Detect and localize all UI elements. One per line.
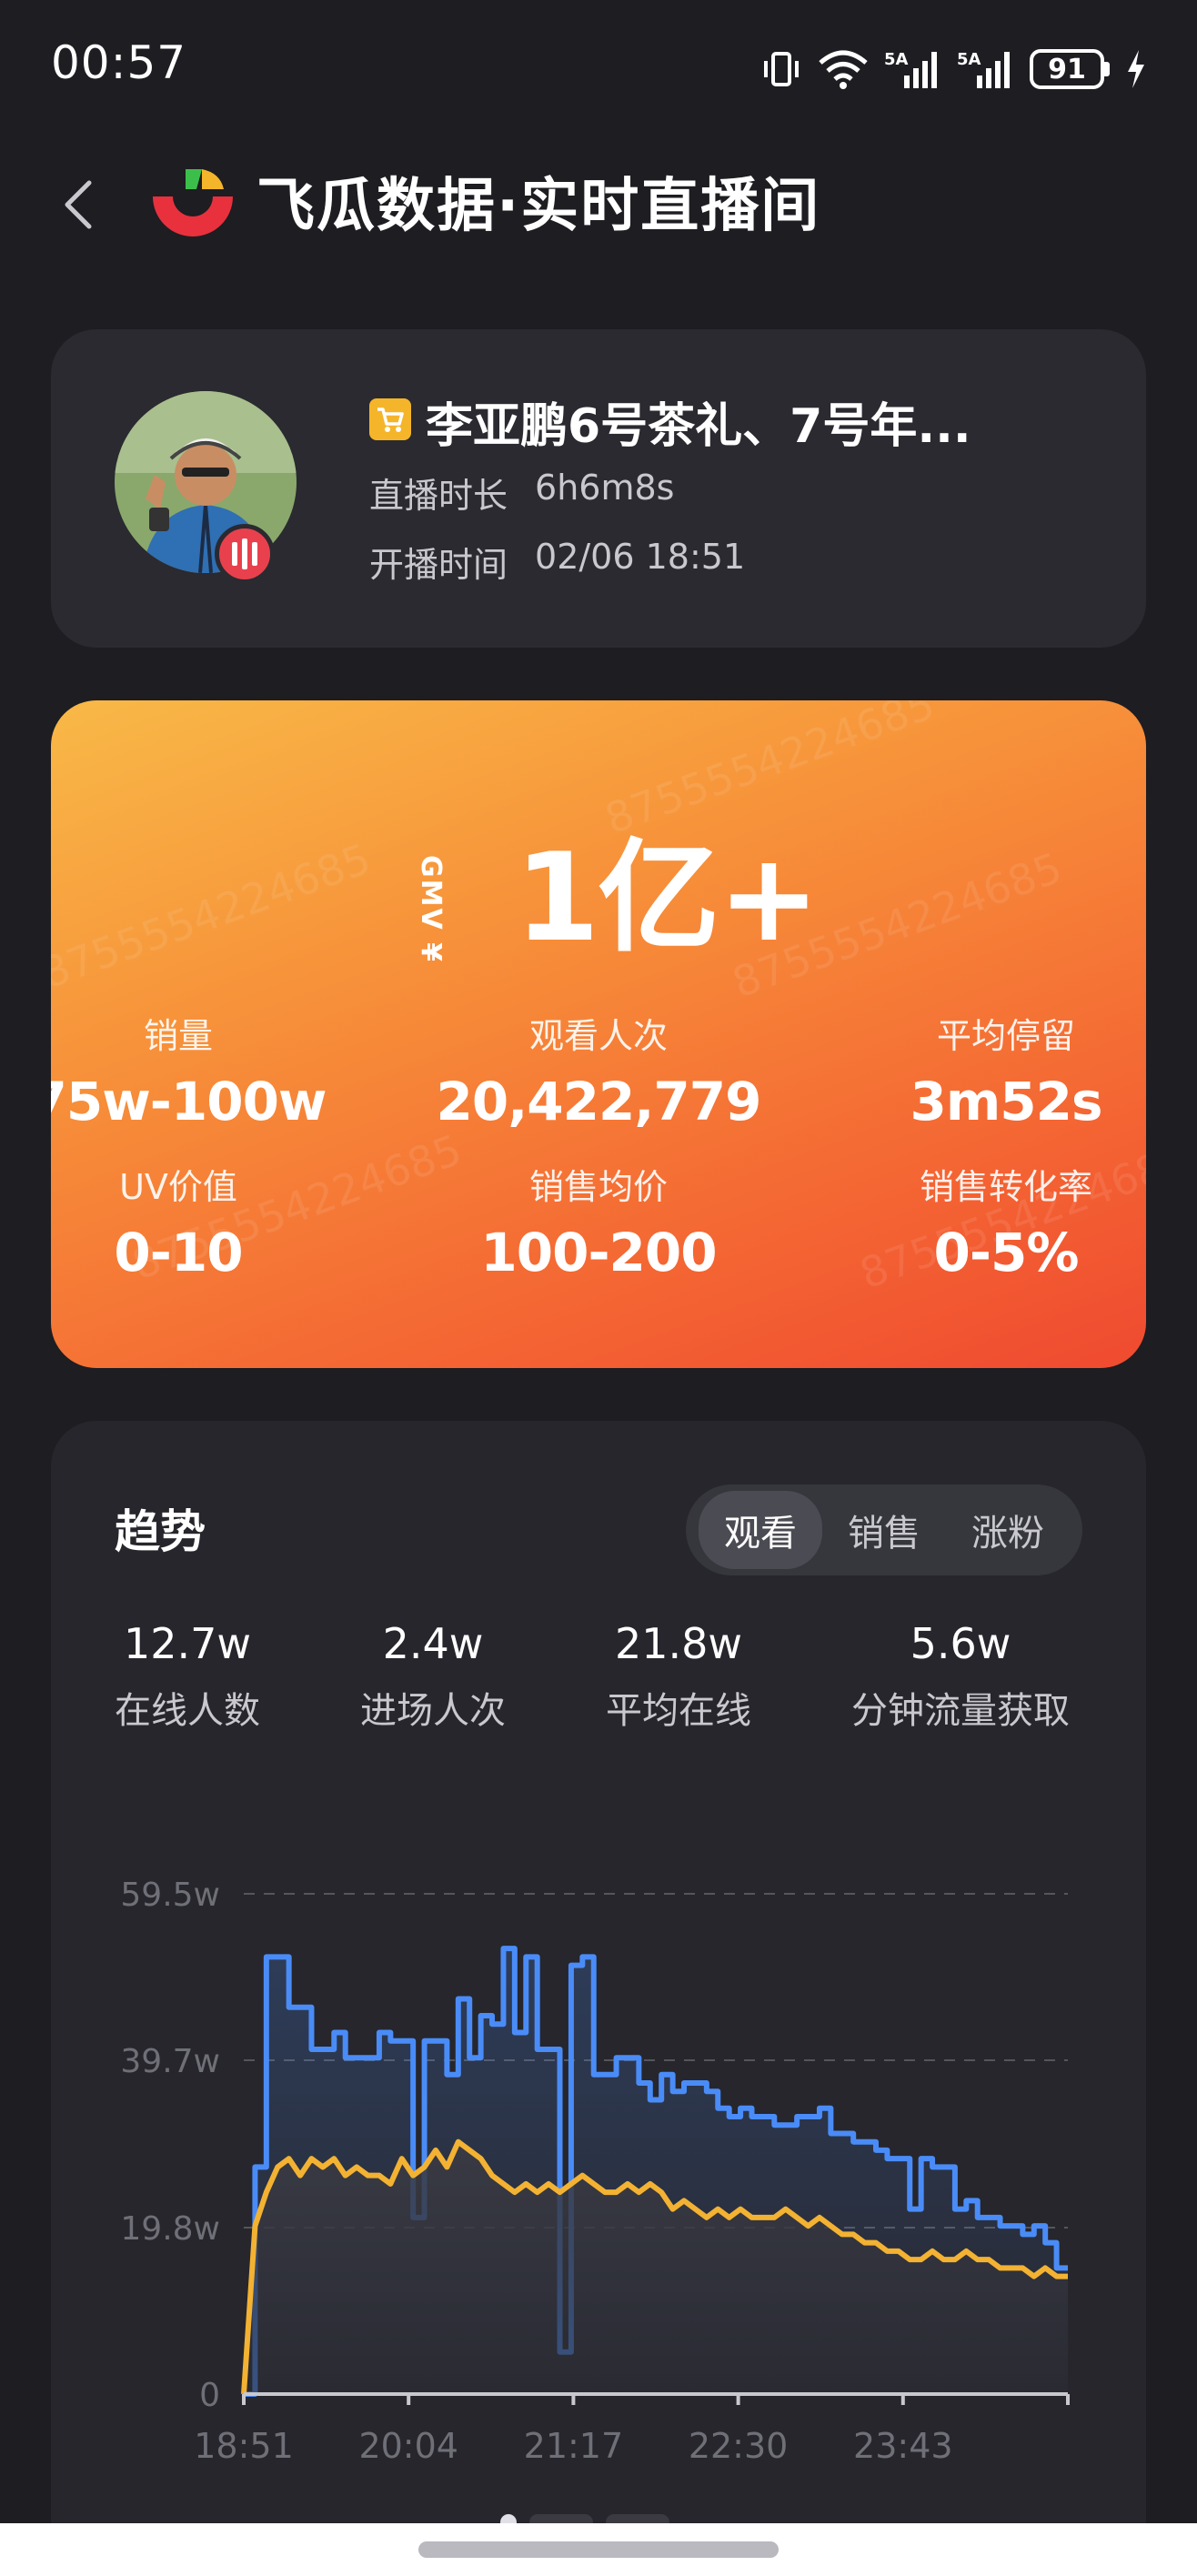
chevron-left-icon bbox=[65, 180, 92, 229]
watermark: 8755554224685 bbox=[51, 833, 377, 999]
gmv-card: 8755554224685 8755554224685 875555422468… bbox=[51, 700, 1146, 1368]
trend-chart[interactable]: 0 19.8w 39.7w 59.5w 18:51 20:04 21:17 22:30 23:4… bbox=[51, 1821, 1146, 2567]
x-tick-label: 18:51 bbox=[194, 2426, 294, 2466]
metric-traffic-per-minute: 5.6w 分钟流量获取 bbox=[851, 1619, 1070, 1734]
stat-label: 平均停留 bbox=[936, 1016, 1075, 1056]
stat-value: 100-200 bbox=[480, 1222, 717, 1283]
y-tick-label: 59.5w bbox=[120, 1877, 220, 1914]
metric-label: 在线人数 bbox=[115, 1690, 260, 1732]
metric-avg-online: 21.8w 平均在线 bbox=[606, 1619, 751, 1734]
stat-label: 销售转化率 bbox=[919, 1167, 1092, 1207]
gmv-label: GMV ¥ bbox=[415, 855, 447, 964]
stat-label: UV价值 bbox=[119, 1167, 237, 1207]
stat-value: 75w-100w bbox=[51, 1071, 327, 1132]
metric-value: 2.4w bbox=[382, 1619, 484, 1668]
battery-level: 91 bbox=[1030, 49, 1104, 89]
stat-value: 3m52s bbox=[910, 1071, 1102, 1132]
y-tick-label: 0 bbox=[199, 2377, 220, 2414]
metric-value: 5.6w bbox=[910, 1619, 1011, 1668]
signal-5a-icon: 5A bbox=[884, 50, 937, 88]
tab-followers[interactable]: 涨粉 bbox=[946, 1491, 1070, 1569]
metric-value: 12.7w bbox=[123, 1619, 252, 1668]
metric-label: 分钟流量获取 bbox=[851, 1690, 1070, 1732]
gmv-value: 1亿+ bbox=[515, 827, 820, 969]
app-header: 飞瓜数据·实时直播间 bbox=[0, 155, 1197, 255]
stat-views: 观看人次 20,422,779 bbox=[435, 1008, 762, 1132]
stat-label: 销量 bbox=[143, 1016, 213, 1056]
svg-text:5A: 5A bbox=[884, 50, 909, 69]
wifi-icon bbox=[819, 50, 868, 89]
metric-label: 进场人次 bbox=[360, 1690, 506, 1732]
page-title: 飞瓜数据·实时直播间 bbox=[256, 173, 821, 240]
stat-avg-stay: 平均停留 3m52s bbox=[842, 1008, 1146, 1132]
duration-row: 直播时长 6h6m8s bbox=[369, 468, 674, 518]
stat-value: 0-5% bbox=[933, 1222, 1080, 1283]
start-time-row: 开播时间 02/06 18:51 bbox=[369, 537, 745, 587]
duration-value: 6h6m8s bbox=[535, 468, 675, 508]
shopping-cart-icon bbox=[369, 398, 411, 440]
stat-sales-volume: 销量 75w-100w bbox=[51, 1008, 342, 1132]
live-equalizer-icon bbox=[215, 524, 275, 584]
start-time-value: 02/06 18:51 bbox=[535, 537, 746, 577]
stat-uv-value: UV价值 0-10 bbox=[51, 1159, 342, 1283]
status-icons: 5A 5A 91 bbox=[760, 45, 1148, 93]
stat-label: 观看人次 bbox=[528, 1016, 668, 1056]
metric-label: 平均在线 bbox=[606, 1690, 751, 1732]
start-time-label: 开播时间 bbox=[369, 545, 508, 585]
x-tick-label: 22:30 bbox=[689, 2426, 789, 2466]
tab-views[interactable]: 观看 bbox=[699, 1491, 822, 1569]
charging-icon bbox=[1128, 50, 1144, 88]
battery-icon: 91 bbox=[1030, 49, 1110, 89]
trend-tabs: 观看 销售 涨粉 bbox=[686, 1484, 1082, 1575]
svg-text:5A: 5A bbox=[957, 50, 981, 69]
stat-conversion-rate: 销售转化率 0-5% bbox=[842, 1159, 1146, 1283]
trend-title: 趋势 bbox=[115, 1505, 206, 1558]
metric-value: 21.8w bbox=[614, 1619, 743, 1668]
metric-entries: 2.4w 进场人次 bbox=[360, 1619, 506, 1734]
home-indicator[interactable] bbox=[418, 2541, 779, 2558]
host-name: 李亚鹏6号茶礼、7号年... bbox=[426, 399, 971, 454]
stat-value: 0-10 bbox=[114, 1222, 243, 1283]
tab-sales[interactable]: 销售 bbox=[822, 1491, 946, 1569]
stat-value: 20,422,779 bbox=[436, 1071, 762, 1132]
feigua-logo-icon bbox=[153, 169, 233, 236]
duration-label: 直播时长 bbox=[369, 476, 508, 516]
watermark: 8755554224685 bbox=[598, 700, 941, 844]
status-bar: 00:57 5A 5A 91 bbox=[0, 0, 1197, 136]
signal-5a-icon: 5A bbox=[957, 50, 1010, 88]
y-tick-label: 39.7w bbox=[120, 2043, 220, 2080]
metric-online: 12.7w 在线人数 bbox=[115, 1619, 260, 1734]
back-button[interactable] bbox=[51, 175, 106, 235]
stat-avg-price: 销售均价 100-200 bbox=[435, 1159, 762, 1283]
x-tick-label: 23:43 bbox=[853, 2426, 953, 2466]
vibrate-icon bbox=[764, 52, 799, 86]
stat-label: 销售均价 bbox=[528, 1167, 668, 1207]
x-tick-label: 20:04 bbox=[358, 2426, 458, 2466]
trend-card: 趋势 观看 销售 涨粉 12.7w 在线人数 2.4w 进场人次 21.8w 平… bbox=[51, 1421, 1146, 2576]
y-tick-label: 19.8w bbox=[120, 2210, 220, 2248]
host-card[interactable]: 李亚鹏6号茶礼、7号年... 直播时长 6h6m8s 开播时间 02/06 18… bbox=[51, 329, 1146, 648]
status-time: 00:57 bbox=[51, 36, 187, 89]
x-tick-label: 21:17 bbox=[524, 2426, 624, 2466]
